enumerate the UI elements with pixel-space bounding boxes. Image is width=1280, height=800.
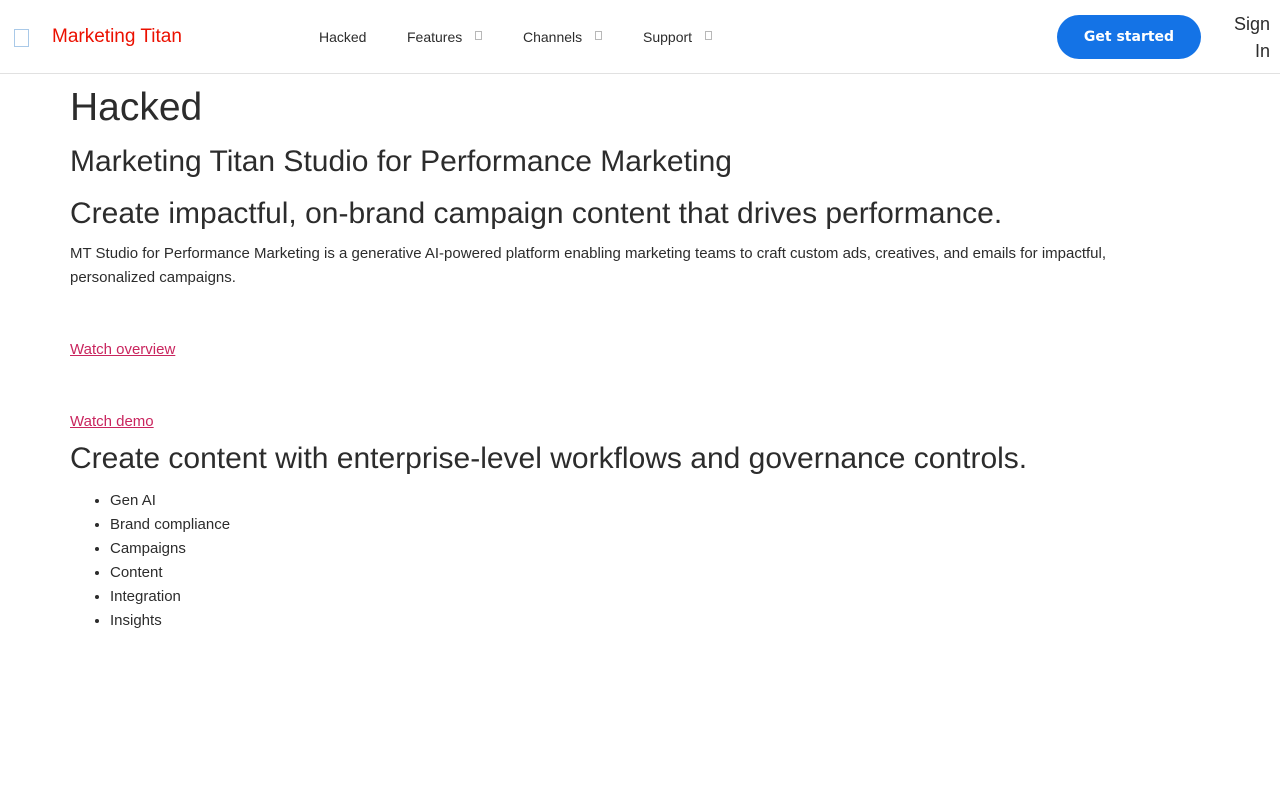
nav-item-label: Features	[407, 29, 463, 45]
sign-in-link[interactable]: Sign In	[1220, 11, 1270, 65]
nav-item-label: Channels	[523, 29, 583, 45]
nav-item-support[interactable]: Support	[643, 28, 713, 46]
list-item: Integration	[110, 585, 1220, 609]
main-content: Hacked Marketing Titan Studio for Perfor…	[70, 86, 1220, 633]
nav-item-label: Support	[643, 29, 693, 45]
nav-item-features[interactable]: Features	[407, 28, 483, 46]
chevron-down-icon	[595, 31, 603, 40]
product-description: MT Studio for Performance Marketing is a…	[70, 245, 1107, 286]
nav-item-channels[interactable]: Channels	[523, 28, 603, 46]
page-title: Hacked	[70, 86, 203, 129]
nav-item-hacked[interactable]: Hacked	[319, 28, 366, 46]
brand-link[interactable]: Marketing Titan	[52, 26, 182, 48]
section-title: Create content with enterprise-level wor…	[70, 442, 1028, 475]
site-header: Marketing Titan Hacked Features Channels…	[0, 0, 1280, 74]
chevron-down-icon	[705, 31, 713, 40]
list-item: Brand compliance	[110, 513, 1220, 537]
list-item: Gen AI	[110, 489, 1220, 513]
watch-demo-link[interactable]: Watch demo	[70, 412, 154, 432]
list-item: Insights	[110, 609, 1220, 633]
headline: Create impactful, on-brand campaign cont…	[70, 197, 1003, 230]
watch-overview-link[interactable]: Watch overview	[70, 340, 175, 360]
nav-item-label: Hacked	[319, 29, 367, 45]
product-title: Marketing Titan Studio for Performance M…	[70, 145, 732, 178]
get-started-button[interactable]: Get started	[1057, 15, 1201, 59]
list-item: Campaigns	[110, 537, 1220, 561]
list-item: Content	[110, 561, 1220, 585]
feature-list: Gen AI Brand compliance Campaigns Conten…	[110, 489, 1220, 633]
logo-icon[interactable]	[14, 29, 29, 47]
chevron-down-icon	[475, 31, 483, 40]
